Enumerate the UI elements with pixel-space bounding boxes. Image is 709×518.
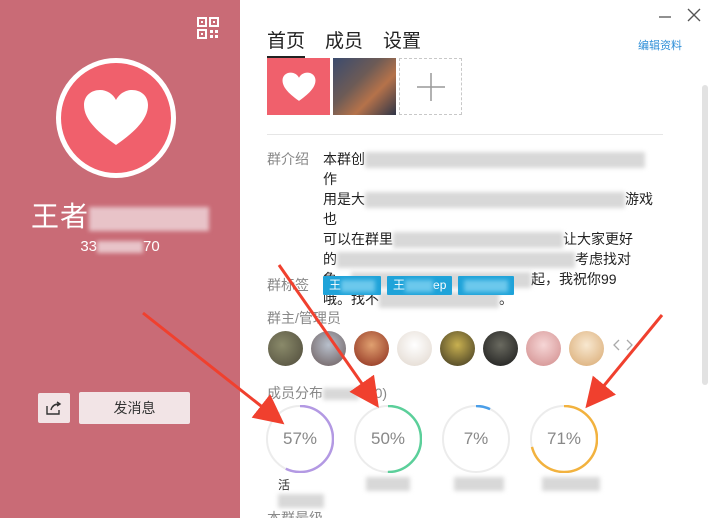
admin-avatar[interactable] — [526, 331, 561, 366]
tab-home[interactable]: 首页 — [267, 26, 306, 58]
chevron-right-icon[interactable] — [626, 339, 634, 351]
ring-caption — [366, 476, 410, 491]
group-id-end: 70 — [143, 238, 160, 255]
ring-percent: 57% — [282, 429, 318, 448]
blurred-text — [337, 252, 575, 269]
group-tag[interactable] — [458, 276, 515, 295]
distribution-ring[interactable]: 7% — [441, 404, 511, 474]
admins-label: 群主/管理员 — [267, 310, 341, 326]
group-photo-strip — [267, 58, 462, 115]
intro-line: 可以在群里 — [323, 231, 393, 247]
blurred-text — [97, 241, 143, 254]
intro-line: 的 — [323, 251, 337, 267]
group-photo[interactable] — [267, 58, 330, 115]
share-icon — [46, 401, 62, 415]
add-photo-button[interactable] — [399, 58, 462, 115]
group-id: 33 70 — [0, 238, 240, 255]
group-tag[interactable]: 王 ep — [387, 276, 453, 295]
intro-line: 起，我祝你99 — [531, 271, 617, 287]
admin-avatar[interactable] — [311, 331, 346, 366]
ring-caption — [454, 476, 504, 491]
blurred-text — [323, 388, 359, 401]
scrollbar[interactable] — [702, 85, 708, 385]
admin-avatar[interactable] — [397, 331, 432, 366]
tab-settings[interactable]: 设置 — [383, 26, 421, 58]
group-photo[interactable] — [333, 58, 396, 115]
ring-caption — [542, 476, 600, 491]
intro-line: 用是大 — [323, 191, 365, 207]
distribution-ring[interactable]: 71% — [529, 404, 599, 474]
distribution-label: 成员分布 000) — [267, 383, 387, 403]
divider — [267, 134, 663, 135]
ring-percent: 50% — [370, 429, 406, 448]
plus-icon — [416, 72, 445, 101]
heart-icon — [282, 72, 315, 101]
bottom-label: 本群最级 — [267, 510, 323, 518]
admin-pager — [612, 339, 634, 351]
edit-profile-link[interactable]: 编辑资料 — [638, 37, 682, 53]
distribution-label-tail: 000) — [359, 385, 388, 401]
admin-avatar[interactable] — [483, 331, 518, 366]
blurred-text — [542, 476, 600, 491]
tag-text: 王 — [393, 278, 406, 292]
group-detail-panel: 首页 成员 设置 编辑资料 群介绍 本群创作 用是大 游戏也 可以在群里 让大家更好… — [240, 0, 709, 518]
close-icon[interactable] — [687, 8, 701, 22]
blurred-text — [365, 192, 625, 209]
group-avatar[interactable] — [56, 58, 176, 178]
ring-caption: 活 — [278, 476, 324, 508]
heart-icon — [61, 63, 171, 173]
tab-bar: 首页 成员 设置 — [267, 26, 421, 58]
blurred-text — [278, 493, 324, 508]
blurred-text — [366, 476, 410, 491]
ring-percent: 71% — [546, 429, 582, 448]
tag-text: 王 — [329, 278, 342, 292]
tag-text: ep — [433, 278, 447, 292]
blurred-text — [405, 279, 434, 292]
distribution-label-text: 成员分布 — [267, 385, 323, 401]
chevron-left-icon[interactable] — [612, 339, 620, 351]
ring-caption-text: 活 — [278, 478, 291, 492]
admin-avatar[interactable] — [268, 331, 303, 366]
group-id-start: 33 — [80, 238, 97, 255]
minimize-icon[interactable] — [658, 10, 672, 24]
intro-line: 让大家更好 — [563, 231, 633, 247]
blurred-text — [365, 152, 645, 169]
group-name: 王者 — [0, 195, 240, 235]
tab-members[interactable]: 成员 — [325, 26, 363, 58]
distribution-ring[interactable]: 57% — [265, 404, 335, 474]
blurred-text — [393, 232, 563, 249]
tags-label: 群标签 — [267, 277, 309, 293]
blurred-text — [89, 206, 209, 231]
blurred-text — [341, 279, 376, 292]
send-message-button[interactable]: 发消息 — [79, 392, 190, 424]
blurred-text — [464, 279, 509, 292]
group-profile-panel: 王者 33 70 发消息 — [0, 0, 240, 518]
admin-avatar[interactable] — [569, 331, 604, 366]
intro-label: 群介绍 — [267, 151, 309, 167]
admin-avatar-list — [268, 331, 604, 366]
blurred-text — [454, 476, 504, 491]
intro-line: 考虑找对 — [575, 251, 631, 267]
group-tag[interactable]: 王 — [323, 276, 382, 295]
qr-code-icon[interactable] — [197, 17, 219, 39]
intro-line: 作 — [323, 171, 337, 187]
group-name-text: 王者 — [30, 201, 89, 232]
share-button[interactable] — [38, 393, 70, 423]
admin-avatar[interactable] — [354, 331, 389, 366]
ring-percent: 7% — [463, 429, 489, 448]
tag-list: 王 王 ep — [323, 276, 515, 295]
admin-avatar[interactable] — [440, 331, 475, 366]
intro-line: 本群创 — [323, 151, 365, 167]
distribution-ring[interactable]: 50% — [353, 404, 423, 474]
